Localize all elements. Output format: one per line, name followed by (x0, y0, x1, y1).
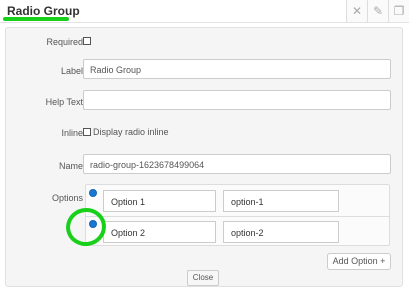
inline-checkbox-text: Display radio inline (93, 127, 169, 137)
option-1-value-input[interactable]: option-1 (223, 190, 339, 212)
help-text-label: Help Text (45, 97, 83, 107)
options-label: Options (51, 193, 83, 203)
options-row-divider (86, 216, 390, 217)
inline-checkbox[interactable] (83, 128, 91, 136)
header-actions: ✕ ✎ ❐ (346, 0, 409, 22)
add-option-button[interactable]: Add Option + (327, 253, 391, 270)
close-icon[interactable]: ✕ (347, 0, 368, 22)
help-text-input[interactable] (83, 90, 391, 110)
label-input[interactable]: Radio Group (83, 59, 391, 79)
required-label: Required (46, 37, 83, 47)
option-2-label-input[interactable]: Option 2 (103, 221, 216, 243)
option-2-value-input[interactable]: option-2 (223, 221, 339, 243)
label-label: Label (60, 66, 83, 76)
close-button[interactable]: Close (187, 270, 219, 286)
field-header: Radio Group ✕ ✎ ❐ (0, 0, 409, 23)
name-input[interactable]: radio-group-1623678499064 (83, 154, 391, 174)
field-title: Radio Group (7, 4, 80, 18)
inline-label: Inline (61, 128, 83, 138)
copy-icon[interactable]: ❐ (389, 0, 409, 22)
name-label: Name (58, 161, 83, 171)
title-highlight-annotation (3, 17, 69, 21)
edit-icon[interactable]: ✎ (368, 0, 389, 22)
option-1-radio[interactable] (89, 189, 97, 197)
required-checkbox[interactable] (83, 37, 91, 45)
option-1-label-input[interactable]: Option 1 (103, 190, 216, 212)
